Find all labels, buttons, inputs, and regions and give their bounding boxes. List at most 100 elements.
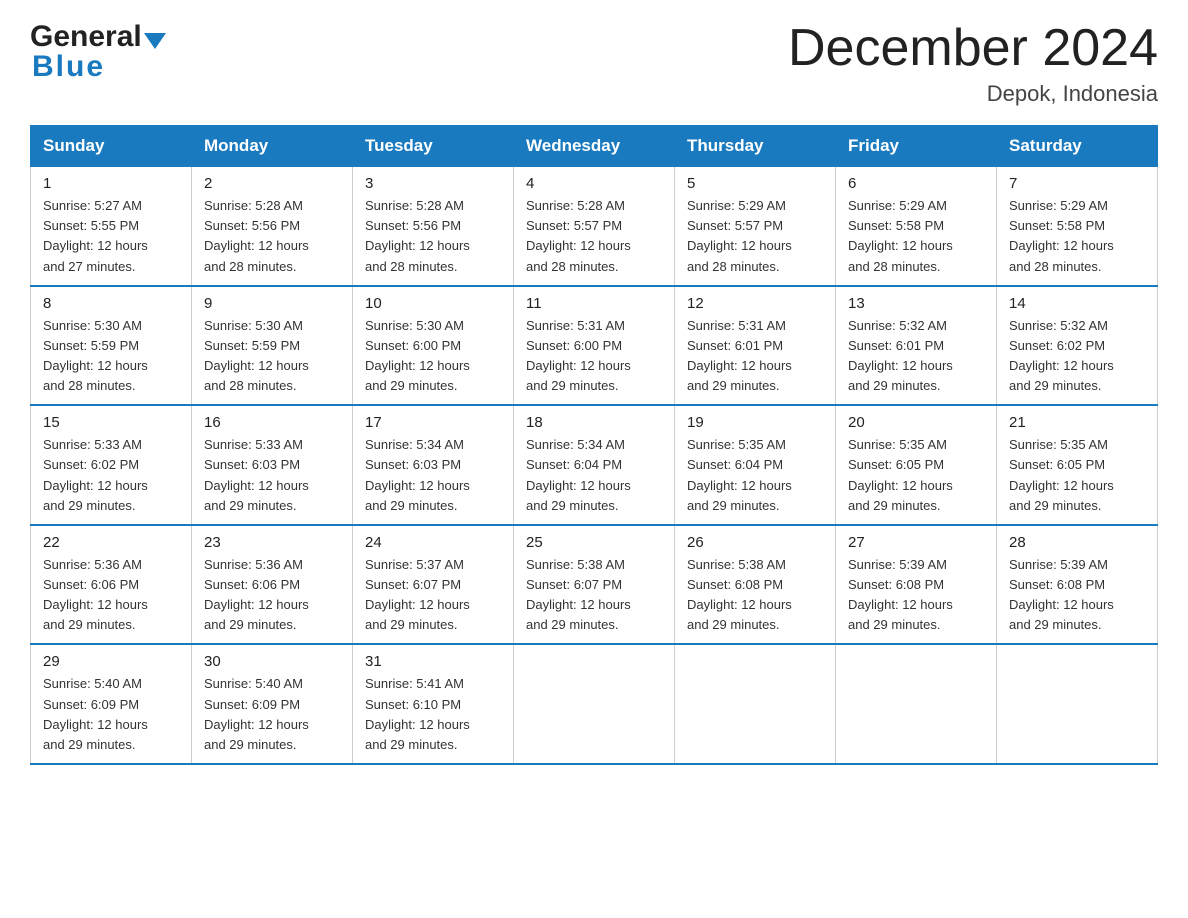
calendar-cell	[836, 644, 997, 764]
day-info: Sunrise: 5:29 AM Sunset: 5:58 PM Dayligh…	[848, 196, 984, 277]
calendar-cell: 5 Sunrise: 5:29 AM Sunset: 5:57 PM Dayli…	[675, 167, 836, 286]
title-block: December 2024 Depok, Indonesia	[788, 20, 1158, 107]
header-sunday: Sunday	[31, 126, 192, 167]
calendar-cell: 7 Sunrise: 5:29 AM Sunset: 5:58 PM Dayli…	[997, 167, 1158, 286]
calendar-cell: 15 Sunrise: 5:33 AM Sunset: 6:02 PM Dayl…	[31, 405, 192, 525]
day-number: 18	[526, 414, 662, 431]
day-number: 7	[1009, 175, 1145, 192]
calendar-cell: 30 Sunrise: 5:40 AM Sunset: 6:09 PM Dayl…	[192, 644, 353, 764]
calendar-cell: 4 Sunrise: 5:28 AM Sunset: 5:57 PM Dayli…	[514, 167, 675, 286]
day-info: Sunrise: 5:38 AM Sunset: 6:07 PM Dayligh…	[526, 555, 662, 636]
header-wednesday: Wednesday	[514, 126, 675, 167]
day-number: 24	[365, 534, 501, 551]
day-info: Sunrise: 5:33 AM Sunset: 6:03 PM Dayligh…	[204, 435, 340, 516]
day-number: 29	[43, 653, 179, 670]
calendar-cell: 23 Sunrise: 5:36 AM Sunset: 6:06 PM Dayl…	[192, 525, 353, 645]
day-info: Sunrise: 5:40 AM Sunset: 6:09 PM Dayligh…	[43, 674, 179, 755]
logo-line1: General	[30, 20, 166, 54]
calendar-cell: 11 Sunrise: 5:31 AM Sunset: 6:00 PM Dayl…	[514, 286, 675, 406]
day-number: 11	[526, 295, 662, 312]
page-header: General Blue December 2024 Depok, Indone…	[30, 20, 1158, 107]
calendar-cell: 28 Sunrise: 5:39 AM Sunset: 6:08 PM Dayl…	[997, 525, 1158, 645]
calendar-cell: 12 Sunrise: 5:31 AM Sunset: 6:01 PM Dayl…	[675, 286, 836, 406]
day-info: Sunrise: 5:40 AM Sunset: 6:09 PM Dayligh…	[204, 674, 340, 755]
day-info: Sunrise: 5:39 AM Sunset: 6:08 PM Dayligh…	[848, 555, 984, 636]
day-info: Sunrise: 5:35 AM Sunset: 6:05 PM Dayligh…	[1009, 435, 1145, 516]
calendar-table: Sunday Monday Tuesday Wednesday Thursday…	[30, 125, 1158, 765]
calendar-cell: 8 Sunrise: 5:30 AM Sunset: 5:59 PM Dayli…	[31, 286, 192, 406]
day-info: Sunrise: 5:29 AM Sunset: 5:58 PM Dayligh…	[1009, 196, 1145, 277]
logo-blue-text: Blue	[32, 50, 166, 84]
calendar-week-row: 1 Sunrise: 5:27 AM Sunset: 5:55 PM Dayli…	[31, 167, 1158, 286]
header-monday: Monday	[192, 126, 353, 167]
calendar-cell: 25 Sunrise: 5:38 AM Sunset: 6:07 PM Dayl…	[514, 525, 675, 645]
calendar-cell: 13 Sunrise: 5:32 AM Sunset: 6:01 PM Dayl…	[836, 286, 997, 406]
day-info: Sunrise: 5:28 AM Sunset: 5:56 PM Dayligh…	[365, 196, 501, 277]
day-number: 17	[365, 414, 501, 431]
calendar-week-row: 8 Sunrise: 5:30 AM Sunset: 5:59 PM Dayli…	[31, 286, 1158, 406]
calendar-cell: 27 Sunrise: 5:39 AM Sunset: 6:08 PM Dayl…	[836, 525, 997, 645]
calendar-cell: 31 Sunrise: 5:41 AM Sunset: 6:10 PM Dayl…	[353, 644, 514, 764]
day-info: Sunrise: 5:34 AM Sunset: 6:03 PM Dayligh…	[365, 435, 501, 516]
calendar-cell: 29 Sunrise: 5:40 AM Sunset: 6:09 PM Dayl…	[31, 644, 192, 764]
day-info: Sunrise: 5:41 AM Sunset: 6:10 PM Dayligh…	[365, 674, 501, 755]
day-info: Sunrise: 5:33 AM Sunset: 6:02 PM Dayligh…	[43, 435, 179, 516]
calendar-cell: 9 Sunrise: 5:30 AM Sunset: 5:59 PM Dayli…	[192, 286, 353, 406]
logo: General Blue	[30, 20, 166, 84]
calendar-title: December 2024	[788, 20, 1158, 77]
day-number: 9	[204, 295, 340, 312]
day-info: Sunrise: 5:35 AM Sunset: 6:04 PM Dayligh…	[687, 435, 823, 516]
day-number: 20	[848, 414, 984, 431]
logo-arrow-icon	[144, 33, 166, 49]
day-info: Sunrise: 5:28 AM Sunset: 5:57 PM Dayligh…	[526, 196, 662, 277]
calendar-cell: 26 Sunrise: 5:38 AM Sunset: 6:08 PM Dayl…	[675, 525, 836, 645]
day-number: 31	[365, 653, 501, 670]
calendar-cell: 3 Sunrise: 5:28 AM Sunset: 5:56 PM Dayli…	[353, 167, 514, 286]
calendar-cell: 18 Sunrise: 5:34 AM Sunset: 6:04 PM Dayl…	[514, 405, 675, 525]
logo-general-text: General	[30, 20, 142, 54]
calendar-week-row: 29 Sunrise: 5:40 AM Sunset: 6:09 PM Dayl…	[31, 644, 1158, 764]
day-number: 3	[365, 175, 501, 192]
day-number: 23	[204, 534, 340, 551]
weekday-header-row: Sunday Monday Tuesday Wednesday Thursday…	[31, 126, 1158, 167]
day-info: Sunrise: 5:37 AM Sunset: 6:07 PM Dayligh…	[365, 555, 501, 636]
calendar-cell: 16 Sunrise: 5:33 AM Sunset: 6:03 PM Dayl…	[192, 405, 353, 525]
calendar-cell	[514, 644, 675, 764]
calendar-cell: 24 Sunrise: 5:37 AM Sunset: 6:07 PM Dayl…	[353, 525, 514, 645]
day-number: 1	[43, 175, 179, 192]
calendar-cell: 19 Sunrise: 5:35 AM Sunset: 6:04 PM Dayl…	[675, 405, 836, 525]
calendar-week-row: 15 Sunrise: 5:33 AM Sunset: 6:02 PM Dayl…	[31, 405, 1158, 525]
day-number: 15	[43, 414, 179, 431]
calendar-cell: 22 Sunrise: 5:36 AM Sunset: 6:06 PM Dayl…	[31, 525, 192, 645]
day-number: 6	[848, 175, 984, 192]
day-number: 13	[848, 295, 984, 312]
day-number: 30	[204, 653, 340, 670]
day-number: 4	[526, 175, 662, 192]
calendar-cell: 10 Sunrise: 5:30 AM Sunset: 6:00 PM Dayl…	[353, 286, 514, 406]
day-info: Sunrise: 5:38 AM Sunset: 6:08 PM Dayligh…	[687, 555, 823, 636]
day-number: 2	[204, 175, 340, 192]
day-info: Sunrise: 5:36 AM Sunset: 6:06 PM Dayligh…	[204, 555, 340, 636]
day-number: 22	[43, 534, 179, 551]
day-number: 5	[687, 175, 823, 192]
day-info: Sunrise: 5:35 AM Sunset: 6:05 PM Dayligh…	[848, 435, 984, 516]
header-friday: Friday	[836, 126, 997, 167]
calendar-week-row: 22 Sunrise: 5:36 AM Sunset: 6:06 PM Dayl…	[31, 525, 1158, 645]
header-tuesday: Tuesday	[353, 126, 514, 167]
header-saturday: Saturday	[997, 126, 1158, 167]
day-info: Sunrise: 5:29 AM Sunset: 5:57 PM Dayligh…	[687, 196, 823, 277]
calendar-cell: 21 Sunrise: 5:35 AM Sunset: 6:05 PM Dayl…	[997, 405, 1158, 525]
calendar-cell: 14 Sunrise: 5:32 AM Sunset: 6:02 PM Dayl…	[997, 286, 1158, 406]
day-number: 21	[1009, 414, 1145, 431]
day-info: Sunrise: 5:30 AM Sunset: 5:59 PM Dayligh…	[43, 316, 179, 397]
day-number: 26	[687, 534, 823, 551]
calendar-cell: 2 Sunrise: 5:28 AM Sunset: 5:56 PM Dayli…	[192, 167, 353, 286]
calendar-cell	[675, 644, 836, 764]
day-info: Sunrise: 5:31 AM Sunset: 6:01 PM Dayligh…	[687, 316, 823, 397]
day-number: 12	[687, 295, 823, 312]
day-info: Sunrise: 5:30 AM Sunset: 5:59 PM Dayligh…	[204, 316, 340, 397]
day-info: Sunrise: 5:30 AM Sunset: 6:00 PM Dayligh…	[365, 316, 501, 397]
day-info: Sunrise: 5:27 AM Sunset: 5:55 PM Dayligh…	[43, 196, 179, 277]
calendar-body: 1 Sunrise: 5:27 AM Sunset: 5:55 PM Dayli…	[31, 167, 1158, 764]
calendar-cell: 1 Sunrise: 5:27 AM Sunset: 5:55 PM Dayli…	[31, 167, 192, 286]
